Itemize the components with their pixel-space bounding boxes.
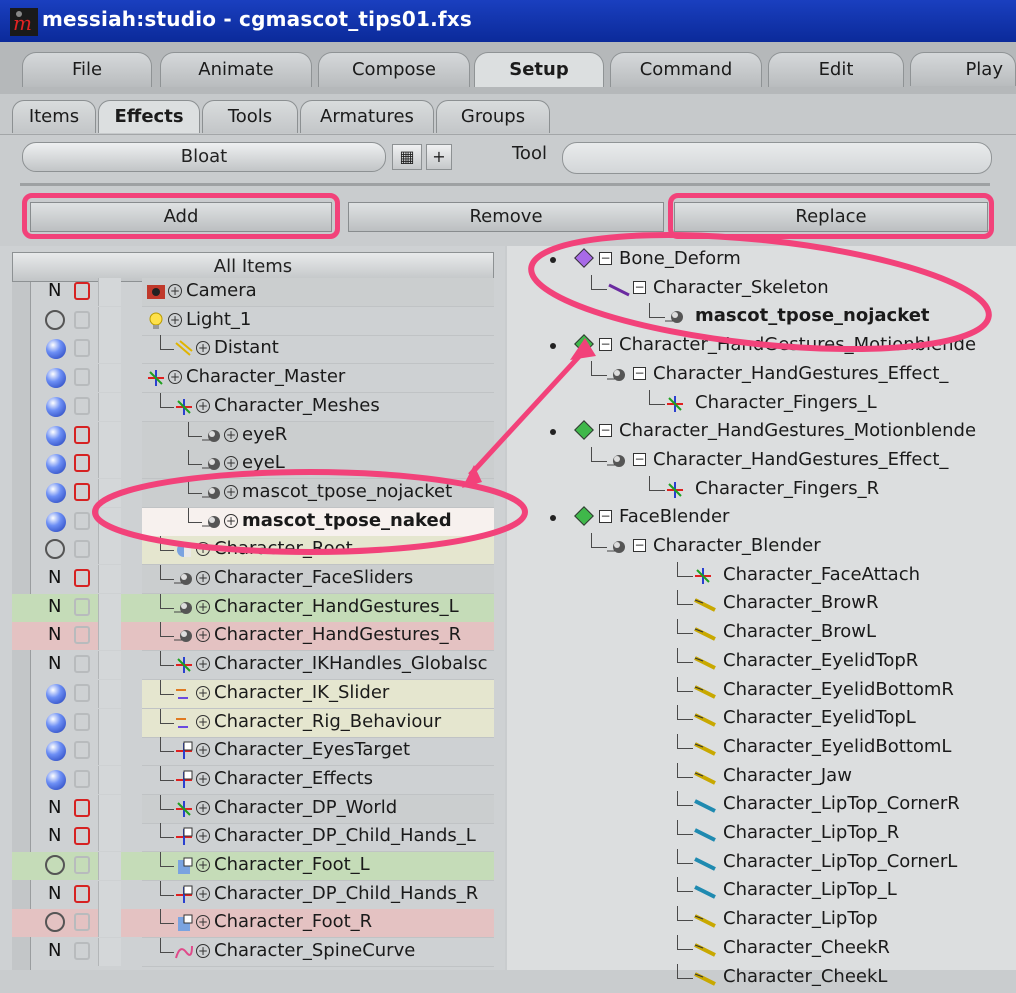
yellowbone-icon xyxy=(693,968,719,988)
tree-line xyxy=(677,977,693,979)
link-arrow xyxy=(468,348,587,477)
annotation-overlay xyxy=(92,231,992,555)
nojacket-effect-highlight xyxy=(528,231,992,353)
arrow-head-top xyxy=(570,338,596,360)
naked-mesh-highlight xyxy=(92,469,528,555)
